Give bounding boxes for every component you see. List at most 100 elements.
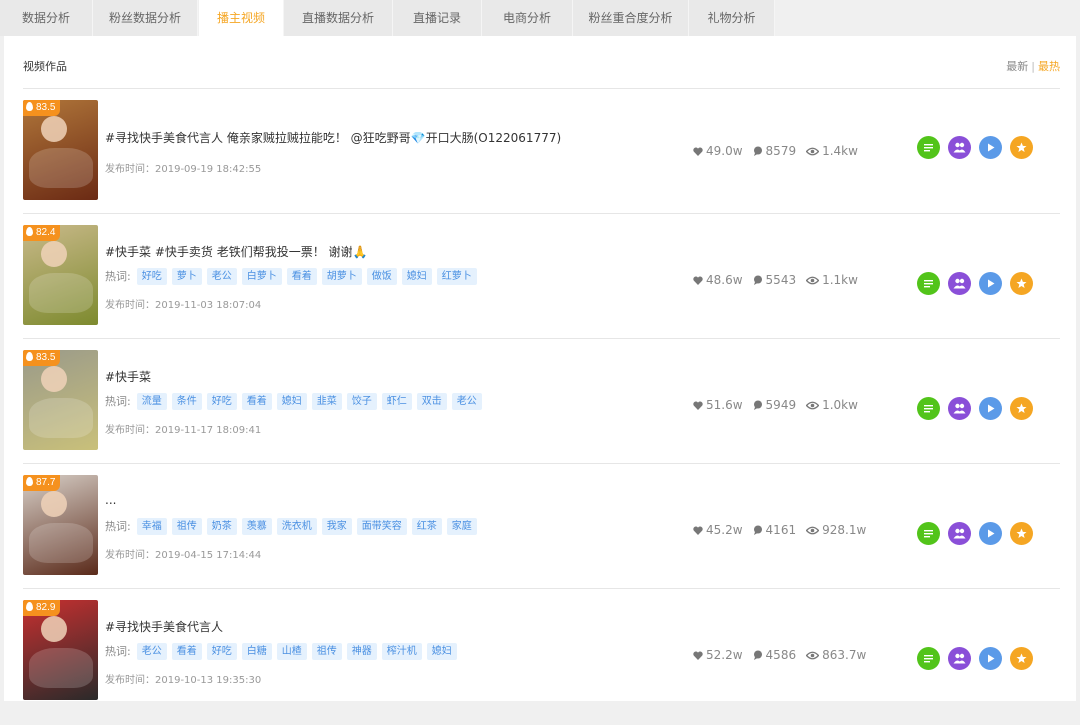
keyword-chip[interactable]: 白糖 — [241, 642, 272, 660]
fans-button[interactable] — [948, 136, 971, 159]
tab-label: 数据分析 — [21, 11, 70, 25]
favorite-button[interactable] — [1010, 522, 1033, 545]
new-badge: New — [367, 0, 390, 4]
tab-data-analysis[interactable]: 数据分析 — [0, 0, 93, 36]
heart-icon — [693, 401, 706, 410]
play-button[interactable] — [979, 136, 1002, 159]
keyword-chip[interactable]: 媳妇 — [401, 267, 432, 285]
tab-fan-overlap[interactable]: 粉丝重合度分析 New — [573, 0, 689, 36]
row-divider — [23, 213, 1060, 214]
keyword-chip[interactable]: 面带笑容 — [356, 517, 407, 535]
keyword-chip[interactable]: 祖传 — [311, 642, 342, 660]
fans-button[interactable] — [948, 272, 971, 295]
detail-button[interactable] — [917, 136, 940, 159]
detail-button[interactable] — [917, 397, 940, 420]
tab-ecommerce[interactable]: 电商分析 New — [482, 0, 573, 36]
keyword-chip[interactable]: 红茶 — [411, 517, 442, 535]
keyword-chip[interactable]: 奶茶 — [206, 517, 237, 535]
keyword-chip[interactable]: 红萝卜 — [436, 267, 477, 285]
video-title[interactable]: #寻找快手美食代言人 — [105, 618, 223, 635]
video-thumbnail[interactable]: 83.5 — [23, 100, 98, 200]
play-button[interactable] — [979, 397, 1002, 420]
tab-creator-videos[interactable]: 播主视频 — [199, 0, 284, 36]
hot-score-badge: 87.7 — [23, 475, 61, 491]
keyword-chip[interactable]: 好吃 — [206, 392, 237, 410]
hot-score: 82.9 — [36, 602, 56, 613]
row-actions — [917, 397, 1041, 420]
section-title: 视频作品 — [23, 60, 67, 73]
sort-newest-link[interactable]: 最新 — [1006, 60, 1028, 73]
keyword-chip[interactable]: 饺子 — [346, 392, 377, 410]
flame-icon — [26, 477, 33, 486]
view-count: 928.1w — [822, 523, 867, 537]
sort-hottest-link[interactable]: 最热 — [1038, 60, 1060, 73]
video-title[interactable]: #快手菜 — [105, 368, 151, 385]
tab-live-records[interactable]: 直播记录 New — [393, 0, 482, 36]
video-thumbnail[interactable]: 82.9 — [23, 600, 98, 700]
play-button[interactable] — [979, 272, 1002, 295]
row-divider — [23, 588, 1060, 589]
video-thumbnail[interactable]: 83.5 — [23, 350, 98, 450]
fans-button[interactable] — [948, 647, 971, 670]
keyword-chip[interactable]: 羡慕 — [241, 517, 272, 535]
tab-gift-analysis[interactable]: 礼物分析 New — [689, 0, 775, 36]
video-title[interactable]: #寻找快手美食代言人 俺亲家贼拉贼拉能吃！ @狂吃野哥💎开口大肠(O122061… — [105, 129, 561, 146]
keyword-chip[interactable]: 看着 — [171, 642, 202, 660]
video-title[interactable]: #快手菜 #快手卖货 老铁们帮我投一票！ 谢谢🙏 — [105, 243, 368, 260]
keyword-chip[interactable]: 洗衣机 — [276, 517, 317, 535]
keyword-chip[interactable]: 祖传 — [171, 517, 202, 535]
keyword-chip[interactable]: 韭菜 — [311, 392, 342, 410]
comment-count: 8579 — [765, 144, 797, 158]
tab-fan-analysis[interactable]: 粉丝数据分析 — [93, 0, 198, 36]
keyword-chip[interactable]: 白萝卜 — [241, 267, 282, 285]
video-thumbnail[interactable]: 82.4 — [23, 225, 98, 325]
comment-icon — [753, 146, 766, 156]
keyword-chip[interactable]: 条件 — [171, 392, 202, 410]
detail-button[interactable] — [917, 522, 940, 545]
keyword-chip[interactable]: 老公 — [206, 267, 237, 285]
keyword-chip[interactable]: 老公 — [136, 642, 167, 660]
tab-label: 播主视频 — [216, 11, 265, 25]
hot-score-badge: 83.5 — [23, 100, 61, 116]
keyword-chip[interactable]: 看着 — [286, 267, 317, 285]
favorite-button[interactable] — [1010, 272, 1033, 295]
detail-button[interactable] — [917, 647, 940, 670]
keyword-chip[interactable]: 老公 — [451, 392, 482, 410]
keyword-chip[interactable]: 看着 — [241, 392, 272, 410]
keyword-chip[interactable]: 好吃 — [136, 267, 167, 285]
video-thumbnail[interactable]: 87.7 — [23, 475, 98, 575]
keyword-chip[interactable]: 榨汁机 — [381, 642, 422, 660]
fans-button[interactable] — [948, 522, 971, 545]
keyword-chip[interactable]: 萝卜 — [171, 267, 202, 285]
tab-label: 直播记录 — [412, 11, 461, 25]
keyword-chip[interactable]: 幸福 — [136, 517, 167, 535]
keyword-chip[interactable]: 我家 — [321, 517, 352, 535]
view-count: 1.4kw — [822, 144, 858, 158]
video-title[interactable]: ... — [105, 493, 116, 507]
star-icon — [1016, 142, 1027, 153]
detail-button[interactable] — [917, 272, 940, 295]
keyword-chip[interactable]: 双击 — [416, 392, 447, 410]
hot-score-badge: 83.5 — [23, 350, 61, 366]
like-stat: 52.2w — [693, 648, 743, 662]
keyword-chip[interactable]: 做饭 — [366, 267, 397, 285]
tab-live-analysis[interactable]: 直播数据分析 New — [284, 0, 393, 36]
keyword-chip[interactable]: 家庭 — [446, 517, 477, 535]
flame-icon — [26, 227, 33, 236]
hot-score-badge: 82.4 — [23, 225, 61, 241]
play-button[interactable] — [979, 522, 1002, 545]
keyword-chip[interactable]: 流量 — [136, 392, 167, 410]
keyword-chip[interactable]: 好吃 — [206, 642, 237, 660]
favorite-button[interactable] — [1010, 647, 1033, 670]
fans-button[interactable] — [948, 397, 971, 420]
keyword-chip[interactable]: 虾仁 — [381, 392, 412, 410]
favorite-button[interactable] — [1010, 136, 1033, 159]
keyword-chip[interactable]: 神器 — [346, 642, 377, 660]
keyword-chip[interactable]: 媳妇 — [426, 642, 457, 660]
keyword-chip[interactable]: 胡萝卜 — [321, 267, 362, 285]
keyword-chip[interactable]: 媳妇 — [276, 392, 307, 410]
keyword-chip[interactable]: 山楂 — [276, 642, 307, 660]
video-panel: 视频作品 最新 | 最热 83.5 #寻找快手美食代言人 俺亲家贼拉贼拉能吃！ @狂吃… — [4, 36, 1076, 701]
favorite-button[interactable] — [1010, 397, 1033, 420]
play-button[interactable] — [979, 647, 1002, 670]
